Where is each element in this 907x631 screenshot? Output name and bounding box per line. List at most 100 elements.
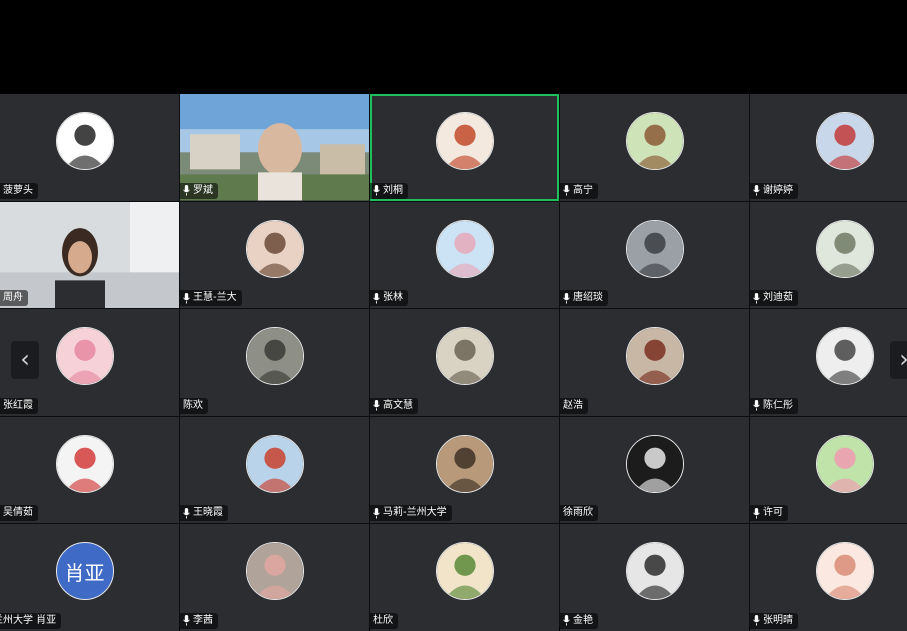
participant-tile[interactable]: 高文慧 [370,309,559,416]
participant-tile[interactable]: 王慧-兰大 [180,201,369,308]
chevron-left-icon: ‹ [20,345,30,373]
microphone-icon [373,185,380,196]
participant-tile[interactable]: 许可 [750,416,907,523]
participant-avatar [435,112,494,171]
participant-name-label: 赵浩 [560,397,588,414]
microphone-icon [373,400,380,411]
participant-tile[interactable]: 陈欢 [180,309,369,416]
participant-name-label: 刘迪茹 [750,290,798,306]
participant-avatar [815,112,874,171]
participant-name-label: 张明晴 [750,612,798,629]
participant-avatar [625,112,684,171]
participant-name-label: 谢婷婷 [750,182,798,199]
microphone-icon [753,615,760,626]
participant-avatar [245,542,304,601]
participant-tile[interactable]: 吴倩茹 [0,416,179,523]
participant-name: 金艳 [573,614,593,626]
participant-grid: 菠萝头 罗斌 刘桐 高宁 谢婷婷周舟 王慧-兰大 张林 唐绍琰 刘迪茹张红霞 陈欢 高文慧 赵浩 陈仁彤… [0,94,907,631]
participant-name: 许可 [763,507,783,518]
participant-tile[interactable]: 谢婷婷 [750,94,907,201]
participant-name-label: 许可 [750,505,788,521]
participant-name: 兰州大学 肖亚 [0,614,57,626]
participant-tile[interactable]: 李茜 [180,524,369,631]
participant-name: 谢婷婷 [763,184,793,196]
participant-name: 刘迪茹 [763,292,793,303]
participant-name-label: 王慧-兰大 [180,290,242,306]
participant-avatar [55,112,114,171]
participant-name: 周舟 [3,292,23,303]
participant-name-label: 刘桐 [370,182,408,199]
microphone-icon [563,292,570,303]
participant-tile[interactable]: 刘桐 [370,94,559,201]
participant-name: 马莉-兰州大学 [383,507,447,518]
participant-avatar [815,542,874,601]
participant-name-label: 高宁 [560,182,598,199]
previous-page-button[interactable]: ‹ [11,341,39,379]
participant-tile[interactable]: 高宁 [560,94,749,201]
participant-name-label: 菠萝头 [0,182,38,199]
participant-tile[interactable]: 杜欣 [370,524,559,631]
participant-tile[interactable]: 唐绍琰 [560,201,749,308]
participant-avatar [245,434,304,493]
participant-avatar [815,434,874,493]
participant-tile[interactable]: 赵浩 [560,309,749,416]
participant-name: 杜欣 [373,614,393,626]
participant-name: 高宁 [573,184,593,196]
participant-name-label: 陈仁彤 [750,397,798,414]
participant-tile[interactable]: 周舟 [0,201,179,308]
participant-avatar [245,219,304,278]
participant-name-label: 高文慧 [370,397,418,414]
participant-avatar [625,542,684,601]
participant-name-label: 马莉-兰州大学 [370,505,452,521]
microphone-icon [753,292,760,303]
participant-name: 张明晴 [763,614,793,626]
microphone-icon [563,185,570,196]
participant-avatar [625,219,684,278]
participant-name: 罗斌 [193,184,213,196]
participant-avatar [435,327,494,386]
participant-name: 高文慧 [383,399,413,411]
participant-name-label: 金艳 [560,612,598,629]
participant-name-label: 张红霞 [0,397,38,414]
participant-name-label: 陈欢 [180,397,208,414]
participant-avatar [245,327,304,386]
participant-name: 吴倩茹 [3,507,33,518]
participant-name: 唐绍琰 [573,292,603,303]
participant-avatar [435,219,494,278]
participant-tile[interactable]: 刘迪茹 [750,201,907,308]
participant-avatar [815,219,874,278]
participant-avatar [625,434,684,493]
participant-tile[interactable]: 菠萝头 [0,94,179,201]
participant-tile[interactable]: 马莉-兰州大学 [370,416,559,523]
participant-name-label: 张林 [370,290,408,306]
participant-tile[interactable]: 张明晴 [750,524,907,631]
participant-avatar [55,434,114,493]
participant-name-label: 吴倩茹 [0,505,38,521]
participant-name: 张林 [383,292,403,303]
participant-tile[interactable]: 张林 [370,201,559,308]
participant-avatar [435,434,494,493]
avatar-text: 肖亚 [64,560,105,585]
participant-name: 赵浩 [563,399,583,411]
participant-tile[interactable]: 陈仁彤 [750,309,907,416]
participant-tile[interactable]: 肖亚兰州大学 肖亚 [0,524,179,631]
participant-name-label: 徐雨欣 [560,505,598,521]
participant-name-label: 兰州大学 肖亚 [0,612,62,629]
microphone-icon [183,292,190,303]
participant-tile[interactable]: 金艳 [560,524,749,631]
participant-tile[interactable]: 罗斌 [180,94,369,201]
next-page-button[interactable]: › [890,341,907,379]
top-black-area [0,0,907,94]
microphone-icon [753,400,760,411]
participant-name: 王晓霞 [193,507,223,518]
chevron-right-icon: › [899,345,907,373]
participant-name: 张红霞 [3,399,33,411]
participant-tile[interactable]: 徐雨欣 [560,416,749,523]
participant-avatar [815,327,874,386]
microphone-icon [183,615,190,626]
participant-name: 菠萝头 [3,184,33,196]
participant-name: 王慧-兰大 [193,292,237,303]
participant-avatar: 肖亚 [55,542,114,601]
participant-tile[interactable]: 王晓霞 [180,416,369,523]
participant-name-label: 周舟 [0,290,28,306]
